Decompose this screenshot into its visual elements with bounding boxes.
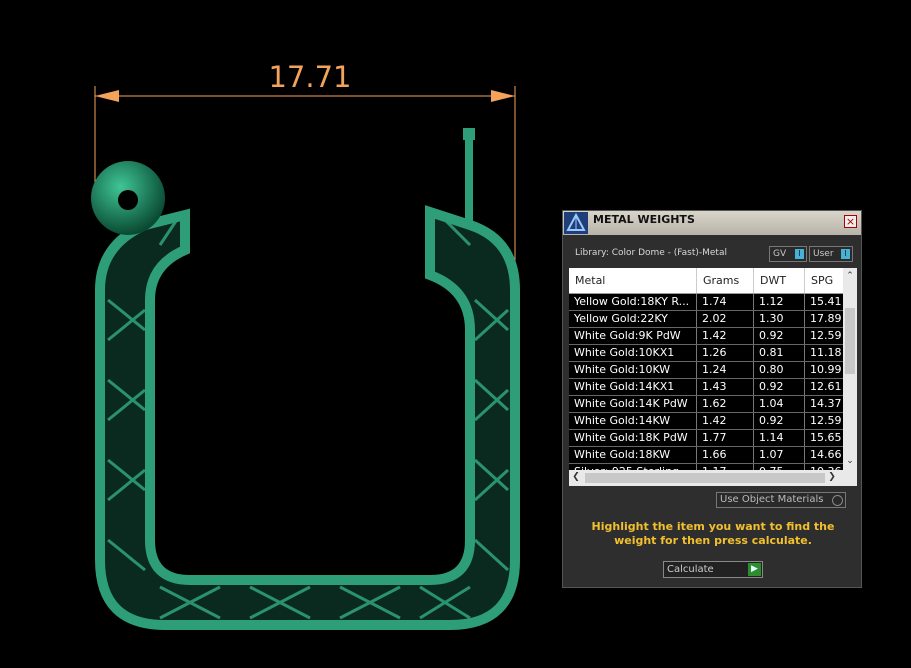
metal-weights-panel: METAL WEIGHTS × Library: Color Dome - (F…	[562, 210, 862, 588]
use-object-materials-label: Use Object Materials	[720, 494, 824, 505]
column-header-metal[interactable]: Metal	[569, 268, 697, 293]
gv-toggle[interactable]: GV I	[769, 246, 807, 262]
scroll-down-icon[interactable]: ⌄	[843, 456, 857, 466]
cell-grams: 1.74	[697, 294, 754, 310]
panel-titlebar[interactable]: METAL WEIGHTS ×	[563, 211, 861, 235]
cell-dwt: 1.07	[754, 447, 805, 463]
cell-dwt: 0.80	[754, 362, 805, 378]
instruction-text: Highlight the item you want to find the …	[591, 520, 835, 547]
table-row[interactable]: Yellow Gold:18KY R... 1.74 1.12 15.41	[569, 294, 847, 311]
cell-grams: 1.43	[697, 379, 754, 395]
calculate-button[interactable]: Calculate ▶	[663, 561, 763, 578]
cell-dwt: 0.92	[754, 328, 805, 344]
table-row[interactable]: Yellow Gold:22KY 2.02 1.30 17.89	[569, 311, 847, 328]
table-row[interactable]: White Gold:10KW 1.24 0.80 10.99	[569, 362, 847, 379]
ring-model	[91, 128, 520, 630]
cell-metal: White Gold:14KW	[569, 413, 697, 429]
play-icon[interactable]: ▶	[748, 563, 761, 576]
cell-metal: Yellow Gold:22KY	[569, 311, 697, 327]
user-toggle-knob: I	[841, 249, 850, 259]
cell-metal: White Gold:10KX1	[569, 345, 697, 361]
panel-title: METAL WEIGHTS	[593, 213, 695, 226]
column-header-dwt[interactable]: DWT	[754, 268, 805, 293]
calculate-label: Calculate	[667, 564, 714, 575]
gv-toggle-knob: I	[795, 249, 804, 259]
dimension-label: 17.71	[268, 60, 352, 94]
cell-metal: White Gold:10KW	[569, 362, 697, 378]
column-header-spg[interactable]: SPG	[805, 268, 847, 293]
vertical-scrollbar[interactable]: ⌃ ⌄	[843, 268, 857, 470]
cell-grams: 1.77	[697, 430, 754, 446]
table-row[interactable]: White Gold:18KW 1.66 1.07 14.66	[569, 447, 847, 464]
column-header-grams[interactable]: Grams	[697, 268, 754, 293]
cell-dwt: 0.92	[754, 379, 805, 395]
cell-dwt: 1.14	[754, 430, 805, 446]
cell-dwt: 0.81	[754, 345, 805, 361]
cell-grams: 2.02	[697, 311, 754, 327]
scroll-right-icon[interactable]: ❯	[825, 472, 839, 482]
metal-weights-icon	[564, 212, 588, 234]
cell-metal: White Gold:14KX1	[569, 379, 697, 395]
cell-dwt: 1.04	[754, 396, 805, 412]
metal-table[interactable]: Metal Grams DWT SPG Yellow Gold:18KY R..…	[569, 268, 857, 486]
cell-dwt: 0.92	[754, 413, 805, 429]
cell-metal: White Gold:18K PdW	[569, 430, 697, 446]
table-row[interactable]: White Gold:10KX1 1.26 0.81 11.18	[569, 345, 847, 362]
cell-metal: White Gold:14K PdW	[569, 396, 697, 412]
table-row[interactable]: White Gold:14KW 1.42 0.92 12.59	[569, 413, 847, 430]
table-row[interactable]: White Gold:14KX1 1.43 0.92 12.61	[569, 379, 847, 396]
cell-grams: 1.42	[697, 328, 754, 344]
horizontal-scrollbar[interactable]: ❮ ❯	[569, 470, 857, 486]
horizontal-scroll-thumb[interactable]	[585, 473, 825, 483]
cell-grams: 1.42	[697, 413, 754, 429]
cell-grams: 1.26	[697, 345, 754, 361]
radio-icon[interactable]	[832, 495, 843, 506]
scroll-left-icon[interactable]: ❮	[569, 472, 583, 482]
scroll-up-icon[interactable]: ⌃	[843, 271, 857, 281]
cell-metal: Yellow Gold:18KY R...	[569, 294, 697, 310]
cell-grams: 1.66	[697, 447, 754, 463]
table-row[interactable]: White Gold:14K PdW 1.62 1.04 14.37	[569, 396, 847, 413]
table-row[interactable]: White Gold:9K PdW 1.42 0.92 12.59	[569, 328, 847, 345]
cell-dwt: 1.12	[754, 294, 805, 310]
user-toggle-label: User	[813, 249, 834, 259]
cell-grams: 1.62	[697, 396, 754, 412]
vertical-scroll-thumb[interactable]	[845, 308, 855, 374]
table-header: Metal Grams DWT SPG	[569, 268, 847, 294]
cell-metal: White Gold:18KW	[569, 447, 697, 463]
cell-dwt: 1.30	[754, 311, 805, 327]
use-object-materials-option[interactable]: Use Object Materials	[716, 492, 846, 508]
ring-post	[465, 140, 473, 225]
gv-toggle-label: GV	[773, 249, 787, 259]
user-toggle[interactable]: User I	[809, 246, 853, 262]
table-row[interactable]: White Gold:18K PdW 1.77 1.14 15.65	[569, 430, 847, 447]
close-button[interactable]: ×	[844, 215, 857, 228]
table-body: Yellow Gold:18KY R... 1.74 1.12 15.41 Yellow…	[569, 294, 847, 481]
cell-metal: White Gold:9K PdW	[569, 328, 697, 344]
ring-shank	[95, 205, 520, 630]
library-label: Library: Color Dome - (Fast)-Metal	[575, 248, 727, 258]
cell-grams: 1.24	[697, 362, 754, 378]
